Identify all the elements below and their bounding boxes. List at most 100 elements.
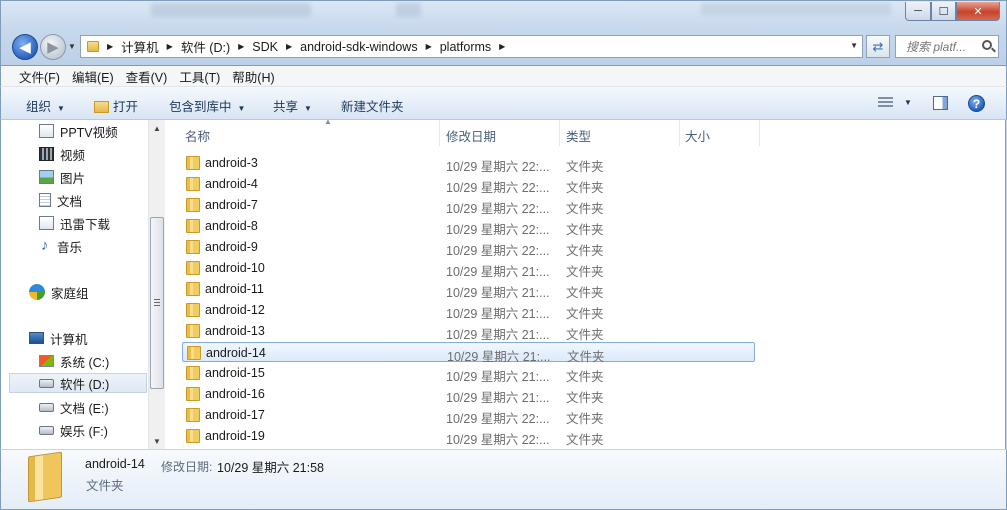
grip-icon xyxy=(154,299,160,306)
chevron-right-icon[interactable]: ▶ xyxy=(499,42,505,51)
scroll-down-icon[interactable]: ▼ xyxy=(153,437,161,446)
chevron-down-icon[interactable]: ▼ xyxy=(904,98,912,107)
chevron-right-icon[interactable]: ▶ xyxy=(286,42,292,51)
table-row[interactable]: android-16 10/29 星期六 21:... 文件夹 xyxy=(182,384,755,405)
menu-bar: 文件(F) 编辑(E) 查看(V) 工具(T) 帮助(H) xyxy=(0,66,1007,87)
table-row[interactable]: android-10 10/29 星期六 21:... 文件夹 xyxy=(182,258,755,279)
sidebar-item-drive-f[interactable]: 娱乐 (F:) xyxy=(39,420,108,440)
window-controls: ─ ☐ ✕ xyxy=(905,2,1000,21)
command-bar: 组织 ▼ 打开 包含到库中 ▼ 共享 ▼ 新建文件夹 ▼ ? xyxy=(0,87,1007,120)
scrollbar-thumb[interactable] xyxy=(150,217,164,389)
help-icon[interactable]: ? xyxy=(968,95,985,112)
breadcrumb-drive-d[interactable]: 软件 (D:) xyxy=(181,37,230,56)
table-row[interactable]: android-7 10/29 星期六 22:... 文件夹 xyxy=(182,195,755,216)
sidebar-item-drive-c[interactable]: 系统 (C:) xyxy=(39,351,109,371)
close-button[interactable]: ✕ xyxy=(956,2,1000,21)
column-header-date[interactable]: 修改日期 xyxy=(446,120,560,146)
open-button[interactable]: 打开 xyxy=(94,96,138,115)
navigation-scrollbar[interactable]: ▲ ▼ xyxy=(148,120,165,449)
address-bar[interactable]: ▶ 计算机 ▶ 软件 (D:) ▶ SDK ▶ android-sdk-wind… xyxy=(80,35,863,58)
music-icon: ♪ xyxy=(41,236,49,254)
sidebar-item-drive-e[interactable]: 文档 (E:) xyxy=(39,397,109,417)
file-name: android-10 xyxy=(205,261,265,275)
folder-icon xyxy=(186,408,200,422)
forward-button[interactable]: ▶ xyxy=(40,34,66,60)
breadcrumb-computer[interactable]: 计算机 xyxy=(121,37,159,56)
sidebar-item-music[interactable]: ♪ 音乐 xyxy=(41,236,82,256)
menu-tools[interactable]: 工具(T) xyxy=(174,67,225,86)
back-button[interactable]: ◀ xyxy=(12,34,38,60)
folder-icon xyxy=(186,366,200,380)
breadcrumb-sdk[interactable]: SDK xyxy=(252,40,278,54)
search-icon[interactable] xyxy=(982,40,992,50)
maximize-button[interactable]: ☐ xyxy=(931,2,956,21)
file-type: 文件夹 xyxy=(566,181,604,195)
recent-pages-dropdown[interactable]: ▼ xyxy=(68,42,76,51)
table-row[interactable]: android-15 10/29 星期六 21:... 文件夹 xyxy=(182,363,755,384)
chevron-right-icon[interactable]: ▶ xyxy=(238,42,244,51)
table-row[interactable]: android-3 10/29 星期六 22:... 文件夹 xyxy=(182,153,755,174)
chevron-right-icon[interactable]: ▶ xyxy=(167,42,173,51)
table-row[interactable]: android-11 10/29 星期六 21:... 文件夹 xyxy=(182,279,755,300)
xunlei-icon xyxy=(39,216,54,230)
address-history-dropdown[interactable]: ▼ xyxy=(850,41,858,50)
new-folder-button[interactable]: 新建文件夹 xyxy=(341,96,404,115)
table-row[interactable]: android-4 10/29 星期六 22:... 文件夹 xyxy=(182,174,755,195)
column-header-type[interactable]: 类型 xyxy=(566,120,680,146)
table-row[interactable]: android-12 10/29 星期六 21:... 文件夹 xyxy=(182,300,755,321)
file-type: 文件夹 xyxy=(566,433,604,447)
file-date: 10/29 星期六 22:... xyxy=(446,244,550,258)
preview-pane-icon[interactable] xyxy=(933,96,948,110)
refresh-button[interactable]: ⇄ xyxy=(866,35,890,58)
table-row[interactable]: android-14 10/29 星期六 21:... 文件夹 xyxy=(182,342,755,364)
file-type: 文件夹 xyxy=(566,244,604,258)
sidebar-item-drive-d[interactable]: 软件 (D:) xyxy=(9,373,147,393)
table-row[interactable]: android-13 10/29 星期六 21:... 文件夹 xyxy=(182,321,755,342)
folder-icon xyxy=(186,387,200,401)
sidebar-item-homegroup[interactable]: 家庭组 xyxy=(29,282,89,302)
folder-icon xyxy=(186,240,200,254)
view-options-icon[interactable] xyxy=(878,97,893,109)
search-input[interactable] xyxy=(906,39,986,54)
chevron-right-icon[interactable]: ▶ xyxy=(107,42,113,51)
table-row[interactable]: android-17 10/29 星期六 22:... 文件夹 xyxy=(182,405,755,426)
folder-icon xyxy=(186,261,200,275)
breadcrumb-platforms[interactable]: platforms xyxy=(440,40,491,54)
blurred-title xyxy=(701,3,891,15)
menu-view[interactable]: 查看(V) xyxy=(121,67,173,86)
column-header-name[interactable]: 名称 ▲ xyxy=(185,117,440,146)
share-button[interactable]: 共享 ▼ xyxy=(273,96,312,115)
table-row[interactable]: android-9 10/29 星期六 22:... 文件夹 xyxy=(182,237,755,258)
homegroup-icon xyxy=(29,284,45,300)
sidebar-item-computer[interactable]: 计算机 xyxy=(29,328,88,348)
include-library-label: 包含到库中 xyxy=(169,100,232,114)
sidebar-item-xunlei[interactable]: 迅雷下载 xyxy=(39,213,110,233)
breadcrumb-android-sdk-windows[interactable]: android-sdk-windows xyxy=(300,40,417,54)
blurred-title xyxy=(151,3,311,17)
menu-help[interactable]: 帮助(H) xyxy=(227,67,279,86)
chevron-down-icon: ▼ xyxy=(57,104,65,113)
column-header-size[interactable]: 大小 xyxy=(685,120,760,146)
chevron-right-icon[interactable]: ▶ xyxy=(426,42,432,51)
sidebar-item-documents[interactable]: 文档 xyxy=(39,190,82,210)
minimize-button[interactable]: ─ xyxy=(905,2,931,21)
computer-icon xyxy=(29,332,44,344)
sidebar-item-pptv[interactable]: PPTV视频 xyxy=(39,121,118,141)
table-row[interactable]: android-19 10/29 星期六 22:... 文件夹 xyxy=(182,426,755,447)
file-name: android-17 xyxy=(205,408,265,422)
include-in-library-button[interactable]: 包含到库中 ▼ xyxy=(169,96,245,115)
chevron-down-icon: ▼ xyxy=(237,104,246,113)
sidebar-item-video[interactable]: 视频 xyxy=(39,144,85,164)
search-box[interactable] xyxy=(895,35,999,58)
folder-icon xyxy=(28,451,62,503)
menu-file[interactable]: 文件(F) xyxy=(14,67,65,86)
menu-edit[interactable]: 编辑(E) xyxy=(67,67,119,86)
file-name: android-9 xyxy=(205,240,258,254)
sidebar-item-label: 迅雷下载 xyxy=(60,217,111,232)
details-type: 文件夹 xyxy=(86,479,124,493)
scroll-up-icon[interactable]: ▲ xyxy=(153,124,161,133)
file-date: 10/29 星期六 22:... xyxy=(446,160,550,174)
organize-button[interactable]: 组织 ▼ xyxy=(26,96,65,115)
table-row[interactable]: android-8 10/29 星期六 22:... 文件夹 xyxy=(182,216,755,237)
sidebar-item-pictures[interactable]: 图片 xyxy=(39,167,85,187)
